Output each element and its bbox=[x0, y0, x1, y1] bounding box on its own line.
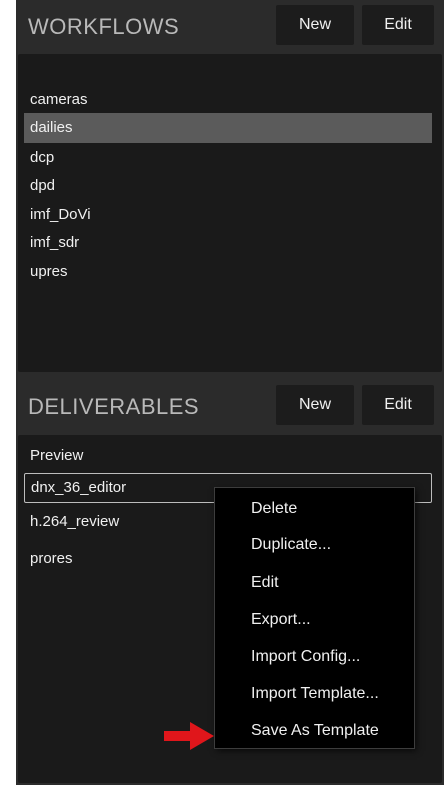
red-arrow-icon bbox=[164, 722, 214, 750]
workflow-item-dpd[interactable]: dpd bbox=[24, 171, 432, 201]
workflow-item-dailies[interactable]: dailies bbox=[24, 113, 432, 143]
deliverables-header: DELIVERABLES New Edit bbox=[16, 380, 444, 432]
workflow-item-imf-sdr[interactable]: imf_sdr bbox=[24, 228, 432, 258]
deliverables-edit-button[interactable]: Edit bbox=[362, 385, 434, 425]
menu-item-duplicate[interactable]: Duplicate... bbox=[251, 536, 331, 554]
menu-item-delete[interactable]: Delete bbox=[251, 500, 297, 518]
menu-item-export[interactable]: Export... bbox=[251, 611, 311, 629]
context-menu: Delete Duplicate... Edit Export... Impor… bbox=[214, 487, 415, 749]
menu-item-import-template[interactable]: Import Template... bbox=[251, 685, 379, 703]
workflow-item-imf-dovi[interactable]: imf_DoVi bbox=[24, 200, 432, 230]
deliverables-new-button[interactable]: New bbox=[276, 385, 354, 425]
workflow-panel: WORKFLOWS New Edit cameras dailies dcp d… bbox=[16, 0, 444, 785]
menu-item-edit[interactable]: Edit bbox=[251, 574, 279, 592]
workflows-list[interactable]: cameras dailies dcp dpd imf_DoVi imf_sdr… bbox=[18, 54, 442, 372]
deliverable-item-preview[interactable]: Preview bbox=[24, 441, 432, 471]
workflow-item-dcp[interactable]: dcp bbox=[24, 143, 432, 173]
workflows-title: WORKFLOWS bbox=[28, 14, 180, 39]
menu-item-save-as-template[interactable]: Save As Template bbox=[251, 722, 379, 740]
workflows-header: WORKFLOWS New Edit bbox=[16, 0, 444, 52]
workflow-item-upres[interactable]: upres bbox=[24, 257, 432, 287]
deliverables-title: DELIVERABLES bbox=[28, 394, 200, 419]
workflows-new-button[interactable]: New bbox=[276, 5, 354, 45]
workflow-item-cameras[interactable]: cameras bbox=[24, 85, 432, 115]
workflows-edit-button[interactable]: Edit bbox=[362, 5, 434, 45]
menu-item-import-config[interactable]: Import Config... bbox=[251, 648, 360, 666]
